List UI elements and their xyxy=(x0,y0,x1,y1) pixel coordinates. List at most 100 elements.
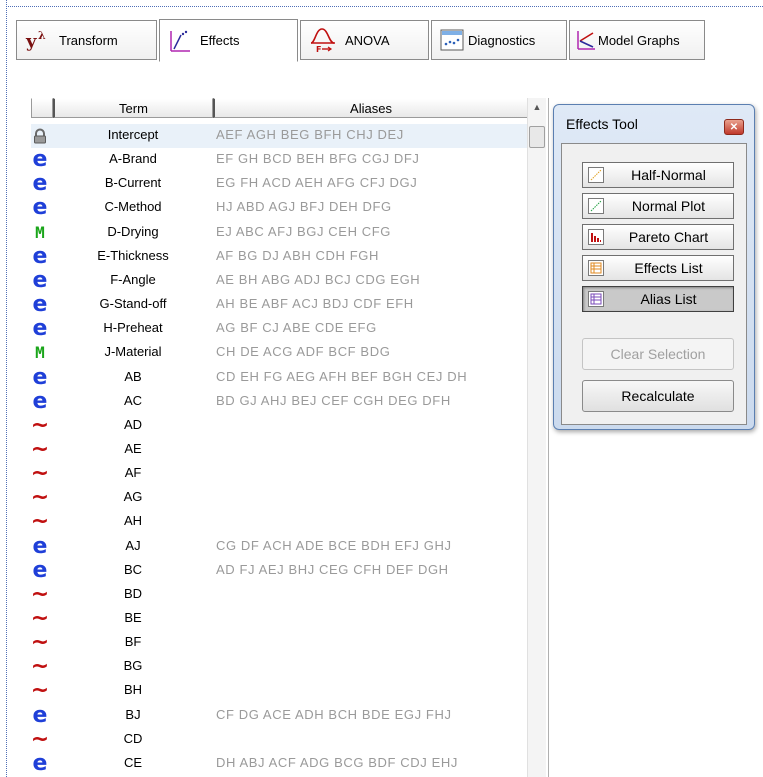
term-cell: AC xyxy=(123,392,143,408)
table-row[interactable]: ~ BE xyxy=(31,607,529,631)
model-term-e-icon[interactable]: e xyxy=(31,149,49,171)
error-term-tilde-icon[interactable]: ~ xyxy=(31,680,49,702)
forced-model-m-icon[interactable]: M xyxy=(31,343,49,363)
model-term-e-icon[interactable]: e xyxy=(31,704,49,726)
tab-transform[interactable]: yλ Transform xyxy=(16,20,157,60)
half-normal-icon xyxy=(588,167,604,183)
model-term-e-icon[interactable]: e xyxy=(31,294,49,316)
table-row[interactable]: ~ AD xyxy=(31,414,529,438)
table-row[interactable]: ~ AG xyxy=(31,486,529,510)
button-label: Pareto Chart xyxy=(628,229,709,245)
term-cell: Intercept xyxy=(107,127,159,142)
clear-selection-button[interactable]: Clear Selection xyxy=(582,338,734,370)
effects-list-icon xyxy=(588,260,604,276)
table-row[interactable]: ~ BF xyxy=(31,631,529,655)
scroll-up-arrow-icon[interactable]: ▲ xyxy=(528,98,546,115)
close-icon[interactable]: ✕ xyxy=(724,119,744,135)
table-row[interactable]: e G-Stand-off AH BE ABF ACJ BDJ CDF EFH xyxy=(31,293,529,317)
forced-model-m-icon[interactable]: M xyxy=(31,223,49,243)
table-row[interactable]: e BJ CF DG ACE ADH BCH BDE EGJ FHJ xyxy=(31,704,529,728)
scrollbar-thumb[interactable] xyxy=(529,126,545,148)
table-row[interactable]: ~ BH xyxy=(31,679,529,703)
tab-model-graphs[interactable]: Model Graphs xyxy=(569,20,705,60)
error-term-tilde-icon[interactable]: ~ xyxy=(31,511,49,533)
table-vertical-scrollbar[interactable]: ▲ xyxy=(527,98,546,777)
model-term-e-icon[interactable]: e xyxy=(31,559,49,581)
term-column-header[interactable]: Term xyxy=(53,98,213,118)
table-row[interactable]: e A-Brand EF GH BCD BEH BFG CGJ DFJ xyxy=(31,148,529,172)
alias-table: Term Aliases Intercept AEF AGH BEG BFH CH… xyxy=(31,98,549,777)
half-normal-button[interactable]: Half-Normal xyxy=(582,162,734,188)
tab-effects[interactable]: Effects xyxy=(159,19,298,62)
table-row[interactable]: ~ AH xyxy=(31,510,529,534)
effects-list-button[interactable]: Effects List xyxy=(582,255,734,281)
table-row[interactable]: e H-Preheat AG BF CJ ABE CDE EFG xyxy=(31,317,529,341)
pareto-chart-button[interactable]: Pareto Chart xyxy=(582,224,734,250)
table-row[interactable]: e AJ CG DF ACH ADE BCE BDH EFJ GHJ xyxy=(31,535,529,559)
table-row[interactable]: M J-Material CH DE ACG ADF BCF BDG xyxy=(31,341,529,365)
table-row[interactable]: e AB CD EH FG AEG AFH BEF BGH CEJ DH xyxy=(31,366,529,390)
error-term-tilde-icon[interactable]: ~ xyxy=(31,728,49,750)
effects-tool-window: Effects Tool ✕ Half-Normal Normal Plot P… xyxy=(553,104,755,430)
term-cell: F-Angle xyxy=(110,271,156,287)
model-term-e-icon[interactable]: e xyxy=(31,245,49,267)
alias-list-button[interactable]: Alias List xyxy=(582,286,734,312)
error-term-tilde-icon[interactable]: ~ xyxy=(31,414,49,436)
error-term-tilde-icon[interactable]: ~ xyxy=(31,608,49,630)
button-label: Effects List xyxy=(634,260,703,276)
model-term-e-icon[interactable]: e xyxy=(31,390,49,412)
table-row[interactable]: e F-Angle AE BH ABG ADJ BCJ CDG EGH xyxy=(31,269,529,293)
aliases-cell: AG BF CJ ABE CDE EFG xyxy=(216,320,377,336)
error-term-tilde-icon[interactable]: ~ xyxy=(31,438,49,460)
term-cell: A-Brand xyxy=(109,151,157,167)
table-row[interactable]: e BC AD FJ AEJ BHJ CEG CFH DEF DGH xyxy=(31,559,529,583)
error-term-tilde-icon[interactable]: ~ xyxy=(31,487,49,509)
table-row[interactable]: e CE DH ABJ ACF ADG BCG BDF CDJ EHJ xyxy=(31,752,529,776)
alias-list-icon xyxy=(588,291,604,307)
model-term-e-icon[interactable]: e xyxy=(31,197,49,219)
model-term-e-icon[interactable]: e xyxy=(31,318,49,340)
icon-column-header[interactable] xyxy=(31,98,53,118)
table-header: Term Aliases xyxy=(31,98,529,119)
table-row[interactable]: e B-Current EG FH ACD AEH AFG CFJ DGJ xyxy=(31,172,529,196)
table-row[interactable]: e C-Method HJ ABD AGJ BFJ DEH DFG xyxy=(31,196,529,220)
table-row[interactable]: Intercept AEF AGH BEG BFH CHJ DEJ xyxy=(31,124,529,148)
table-row[interactable]: ~ CD xyxy=(31,728,529,752)
model-term-e-icon[interactable]: e xyxy=(31,366,49,388)
tab-diagnostics[interactable]: Diagnostics xyxy=(431,20,567,60)
aliases-cell: EF GH BCD BEH BFG CGJ DFJ xyxy=(216,151,420,167)
table-row[interactable]: ~ AE xyxy=(31,438,529,462)
aliases-column-header[interactable]: Aliases xyxy=(213,98,529,118)
table-row[interactable]: ~ BD xyxy=(31,583,529,607)
normal-plot-button[interactable]: Normal Plot xyxy=(582,193,734,219)
model-term-e-icon[interactable]: e xyxy=(31,173,49,195)
term-cell: G-Stand-off xyxy=(99,296,167,312)
error-term-tilde-icon[interactable]: ~ xyxy=(31,656,49,678)
model-term-e-icon[interactable]: e xyxy=(31,535,49,557)
error-term-tilde-icon[interactable]: ~ xyxy=(31,463,49,485)
tab-anova[interactable]: F ANOVA xyxy=(300,20,429,60)
model-term-e-icon[interactable]: e xyxy=(31,752,49,774)
term-cell: BH xyxy=(123,682,143,698)
term-cell: J-Material xyxy=(104,344,162,360)
error-term-tilde-icon[interactable]: ~ xyxy=(31,583,49,605)
svg-text:F: F xyxy=(316,45,321,53)
transform-lambda-icon: yλ xyxy=(25,29,51,51)
error-term-tilde-icon[interactable]: ~ xyxy=(31,632,49,654)
recalculate-button[interactable]: Recalculate xyxy=(582,380,734,412)
aliases-cell: AD FJ AEJ BHJ CEG CFH DEF DGH xyxy=(216,561,449,577)
tab-label: Diagnostics xyxy=(468,32,536,48)
aliases-cell: CF DG ACE ADH BCH BDE EGJ FHJ xyxy=(216,706,452,722)
term-cell: AG xyxy=(123,489,143,505)
table-row[interactable]: ~ AF xyxy=(31,462,529,486)
effects-icon xyxy=(168,29,192,53)
term-cell: AJ xyxy=(125,537,141,553)
dotted-border-top xyxy=(6,6,763,7)
table-row[interactable]: M D-Drying EJ ABC AFJ BGJ CEH CFG xyxy=(31,221,529,245)
model-term-e-icon[interactable]: e xyxy=(31,269,49,291)
lock-icon[interactable] xyxy=(31,126,49,146)
table-row[interactable]: e E-Thickness AF BG DJ ABH CDH FGH xyxy=(31,245,529,269)
table-row[interactable]: ~ BG xyxy=(31,655,529,679)
table-row[interactable]: e AC BD GJ AHJ BEJ CEF CGH DEG DFH xyxy=(31,390,529,414)
pareto-chart-icon xyxy=(588,229,604,245)
